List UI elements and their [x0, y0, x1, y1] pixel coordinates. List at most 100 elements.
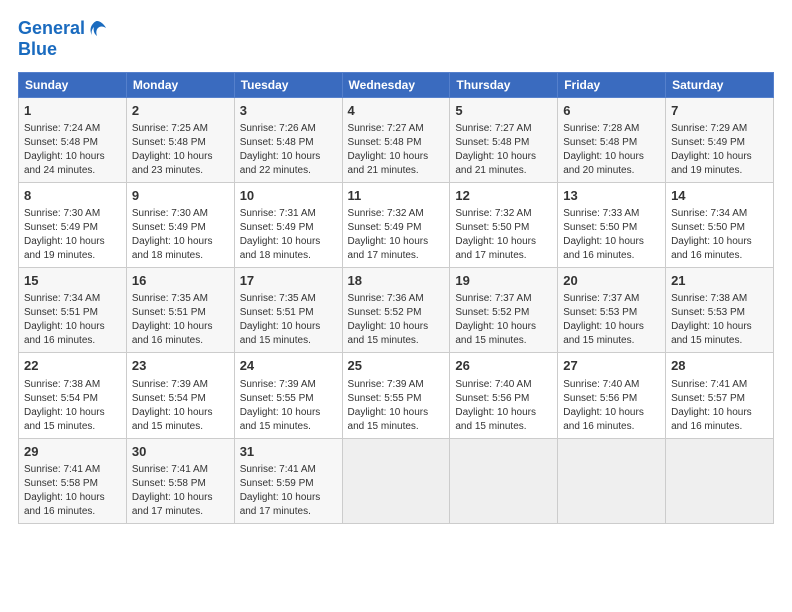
table-row: 15 Sunrise: 7:34 AM Sunset: 5:51 PM Dayli… — [19, 268, 127, 353]
day-number: 14 — [671, 187, 768, 205]
day-number: 11 — [348, 187, 445, 205]
table-row: 17 Sunrise: 7:35 AM Sunset: 5:51 PM Dayli… — [234, 268, 342, 353]
day-number: 16 — [132, 272, 229, 290]
day-info: Sunrise: 7:37 AM Sunset: 5:53 PM Dayligh… — [563, 292, 660, 348]
day-number: 21 — [671, 272, 768, 290]
day-info: Sunrise: 7:30 AM Sunset: 5:49 PM Dayligh… — [24, 207, 121, 263]
day-number: 12 — [455, 187, 552, 205]
day-number: 26 — [455, 357, 552, 375]
table-row: 27 Sunrise: 7:40 AM Sunset: 5:56 PM Dayli… — [558, 353, 666, 438]
table-row: 18Sunrise: 7:36 AM Sunset: 5:52 PM Dayli… — [342, 268, 450, 353]
table-row: 31 Sunrise: 7:41 AM Sunset: 5:59 PM Dayli… — [234, 438, 342, 523]
day-info: Sunrise: 7:39 AM Sunset: 5:54 PM Dayligh… — [132, 378, 229, 434]
day-number: 18 — [348, 272, 445, 290]
day-info: Sunrise: 7:28 AM Sunset: 5:48 PM Dayligh… — [563, 122, 660, 178]
day-number: 24 — [240, 357, 337, 375]
col-saturday: Saturday — [666, 72, 774, 97]
day-number: 7 — [671, 102, 768, 120]
table-row: 7 Sunrise: 7:29 AM Sunset: 5:49 PM Daylig… — [666, 97, 774, 182]
day-number: 17 — [240, 272, 337, 290]
day-info: Sunrise: 7:41 AM Sunset: 5:57 PM Dayligh… — [671, 378, 768, 434]
logo-general: General — [18, 18, 85, 38]
calendar-table: Sunday Monday Tuesday Wednesday Thursday… — [18, 72, 774, 524]
table-row: 29Sunrise: 7:41 AM Sunset: 5:58 PM Dayli… — [19, 438, 127, 523]
day-info: Sunrise: 7:29 AM Sunset: 5:49 PM Dayligh… — [671, 122, 768, 178]
day-number: 23 — [132, 357, 229, 375]
logo-text: General Blue — [18, 18, 109, 60]
day-info: Sunrise: 7:32 AM Sunset: 5:49 PM Dayligh… — [348, 207, 445, 263]
table-row: 24 Sunrise: 7:39 AM Sunset: 5:55 PM Dayli… — [234, 353, 342, 438]
day-info: Sunrise: 7:35 AM Sunset: 5:51 PM Dayligh… — [132, 292, 229, 348]
table-row: 22 Sunrise: 7:38 AM Sunset: 5:54 PM Dayli… — [19, 353, 127, 438]
table-row: 25 Sunrise: 7:39 AM Sunset: 5:55 PM Dayli… — [342, 353, 450, 438]
day-info: Sunrise: 7:34 AM Sunset: 5:51 PM Dayligh… — [24, 292, 121, 348]
day-number: 3 — [240, 102, 337, 120]
table-row — [666, 438, 774, 523]
day-info: Sunrise: 7:27 AM Sunset: 5:48 PM Dayligh… — [455, 122, 552, 178]
day-number: 10 — [240, 187, 337, 205]
day-info: Sunrise: 7:41 AM Sunset: 5:59 PM Dayligh… — [240, 463, 337, 519]
day-number: 22 — [24, 357, 121, 375]
table-row — [450, 438, 558, 523]
day-number: 20 — [563, 272, 660, 290]
day-info: Sunrise: 7:31 AM Sunset: 5:49 PM Dayligh… — [240, 207, 337, 263]
day-number: 1 — [24, 102, 121, 120]
day-number: 15 — [24, 272, 121, 290]
table-row — [342, 438, 450, 523]
col-friday: Friday — [558, 72, 666, 97]
table-row: 20 Sunrise: 7:37 AM Sunset: 5:53 PM Dayli… — [558, 268, 666, 353]
day-info: Sunrise: 7:24 AM Sunset: 5:48 PM Dayligh… — [24, 122, 121, 178]
day-info: Sunrise: 7:39 AM Sunset: 5:55 PM Dayligh… — [240, 378, 337, 434]
day-info: Sunrise: 7:27 AM Sunset: 5:48 PM Dayligh… — [348, 122, 445, 178]
day-number: 31 — [240, 443, 337, 461]
day-info: Sunrise: 7:40 AM Sunset: 5:56 PM Dayligh… — [563, 378, 660, 434]
day-info: Sunrise: 7:39 AM Sunset: 5:55 PM Dayligh… — [348, 378, 445, 434]
day-number: 30 — [132, 443, 229, 461]
table-row: 8 Sunrise: 7:30 AM Sunset: 5:49 PM Daylig… — [19, 182, 127, 267]
col-monday: Monday — [126, 72, 234, 97]
day-info: Sunrise: 7:35 AM Sunset: 5:51 PM Dayligh… — [240, 292, 337, 348]
table-row: 4 Sunrise: 7:27 AM Sunset: 5:48 PM Daylig… — [342, 97, 450, 182]
table-row: 9 Sunrise: 7:30 AM Sunset: 5:49 PM Daylig… — [126, 182, 234, 267]
day-info: Sunrise: 7:38 AM Sunset: 5:54 PM Dayligh… — [24, 378, 121, 434]
day-number: 25 — [348, 357, 445, 375]
table-row: 30Sunrise: 7:41 AM Sunset: 5:58 PM Dayli… — [126, 438, 234, 523]
day-info: Sunrise: 7:37 AM Sunset: 5:52 PM Dayligh… — [455, 292, 552, 348]
day-number: 6 — [563, 102, 660, 120]
table-row: 12 Sunrise: 7:32 AM Sunset: 5:50 PM Dayli… — [450, 182, 558, 267]
day-number: 27 — [563, 357, 660, 375]
col-wednesday: Wednesday — [342, 72, 450, 97]
table-row: 16 Sunrise: 7:35 AM Sunset: 5:51 PM Dayli… — [126, 268, 234, 353]
table-row: 26 Sunrise: 7:40 AM Sunset: 5:56 PM Dayli… — [450, 353, 558, 438]
table-row: 1 Sunrise: 7:24 AM Sunset: 5:48 PM Daylig… — [19, 97, 127, 182]
day-info: Sunrise: 7:34 AM Sunset: 5:50 PM Dayligh… — [671, 207, 768, 263]
day-number: 4 — [348, 102, 445, 120]
day-number: 2 — [132, 102, 229, 120]
table-row: 3Sunrise: 7:26 AM Sunset: 5:48 PM Daylig… — [234, 97, 342, 182]
col-thursday: Thursday — [450, 72, 558, 97]
day-info: Sunrise: 7:40 AM Sunset: 5:56 PM Dayligh… — [455, 378, 552, 434]
day-info: Sunrise: 7:25 AM Sunset: 5:48 PM Dayligh… — [132, 122, 229, 178]
day-number: 29 — [24, 443, 121, 461]
table-row: 5 Sunrise: 7:27 AM Sunset: 5:48 PM Daylig… — [450, 97, 558, 182]
table-row: 13 Sunrise: 7:33 AM Sunset: 5:50 PM Dayli… — [558, 182, 666, 267]
day-info: Sunrise: 7:30 AM Sunset: 5:49 PM Dayligh… — [132, 207, 229, 263]
day-number: 28 — [671, 357, 768, 375]
table-row: 11 Sunrise: 7:32 AM Sunset: 5:49 PM Dayli… — [342, 182, 450, 267]
table-row: 2 Sunrise: 7:25 AM Sunset: 5:48 PM Daylig… — [126, 97, 234, 182]
day-info: Sunrise: 7:32 AM Sunset: 5:50 PM Dayligh… — [455, 207, 552, 263]
table-row: 19Sunrise: 7:37 AM Sunset: 5:52 PM Dayli… — [450, 268, 558, 353]
col-sunday: Sunday — [19, 72, 127, 97]
day-number: 13 — [563, 187, 660, 205]
table-row: 10 Sunrise: 7:31 AM Sunset: 5:49 PM Dayli… — [234, 182, 342, 267]
table-row: 28 Sunrise: 7:41 AM Sunset: 5:57 PM Dayli… — [666, 353, 774, 438]
day-info: Sunrise: 7:33 AM Sunset: 5:50 PM Dayligh… — [563, 207, 660, 263]
logo: General Blue — [18, 18, 109, 60]
day-number: 5 — [455, 102, 552, 120]
table-row: 14 Sunrise: 7:34 AM Sunset: 5:50 PM Dayli… — [666, 182, 774, 267]
day-number: 9 — [132, 187, 229, 205]
logo-blue: Blue — [18, 39, 57, 59]
main-container: General Blue Sunday Monday Tuesday Wedne… — [0, 0, 792, 612]
table-row: 23 Sunrise: 7:39 AM Sunset: 5:54 PM Dayli… — [126, 353, 234, 438]
day-number: 8 — [24, 187, 121, 205]
